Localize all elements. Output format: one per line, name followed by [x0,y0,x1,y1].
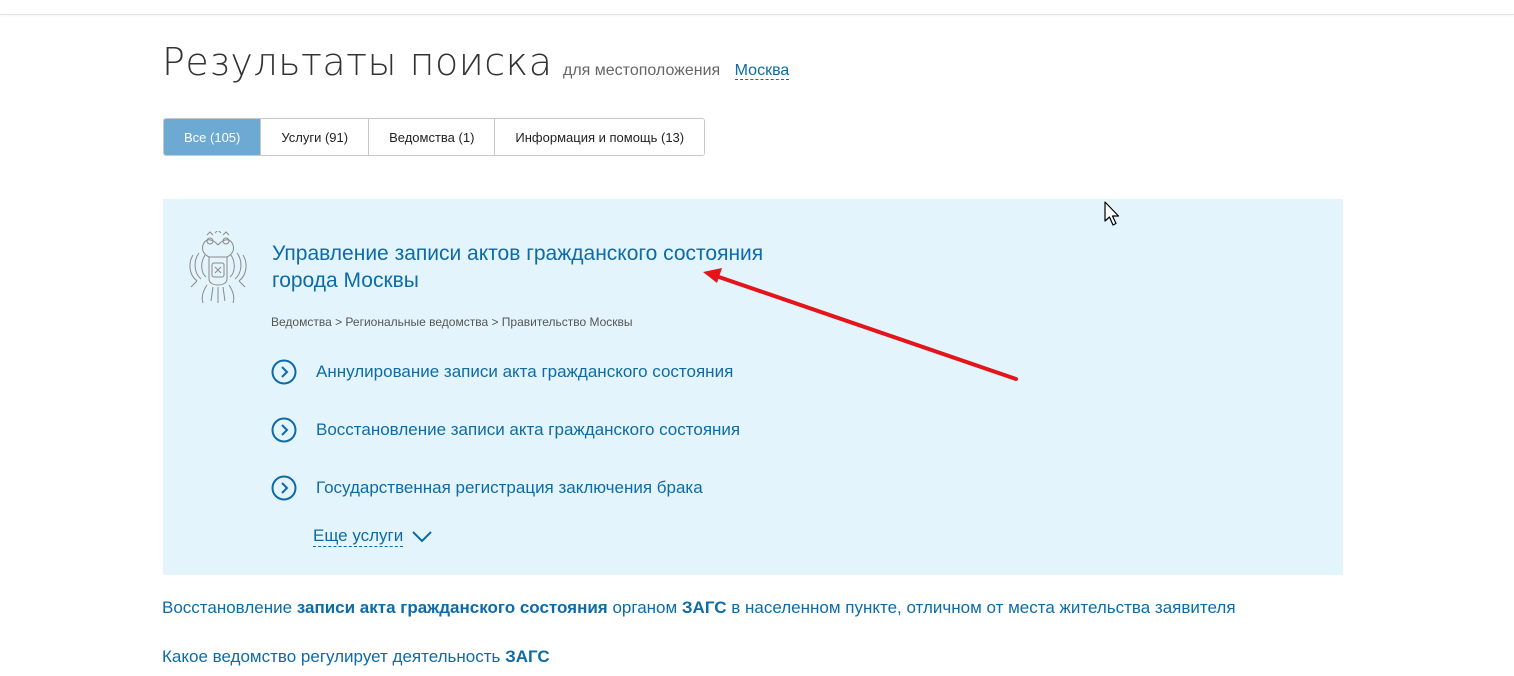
chevron-circle-icon [271,417,297,443]
search-tabs: Все (105) Услуги (91) Ведомства (1) Инфо… [163,118,706,156]
service-item[interactable]: Восстановление записи акта гражданского … [271,416,740,444]
service-item-label: Аннулирование записи акта гражданского с… [316,362,734,381]
more-services-label: Еще услуги [313,526,404,547]
tab-info-help[interactable]: Информация и помощь (13) [495,119,705,155]
service-item[interactable]: Государственная регистрация заключения б… [271,474,703,502]
location-link[interactable]: Москва [734,62,790,80]
service-item[interactable]: Аннулирование записи акта гражданского с… [271,358,733,386]
agency-card: Управление записи актов гражданского сос… [163,199,1343,575]
search-result-link[interactable]: Восстановление записи акта гражданского … [162,598,1236,618]
result-text: Восстановление [162,598,297,617]
result-highlight: записи акта гражданского состояния [296,598,608,617]
result-text: в населенном пункте, отличном от места ж… [726,598,1236,617]
chevron-circle-icon [271,475,297,501]
mouse-cursor-icon [1104,201,1120,226]
tab-agencies[interactable]: Ведомства (1) [369,119,496,155]
breadcrumb: Ведомства > Региональные ведомства > Пра… [271,315,633,329]
agency-title-link[interactable]: Управление записи актов гражданского сос… [272,240,792,294]
search-result-link[interactable]: Какое ведомство регулирует деятельность … [162,647,550,667]
tab-services[interactable]: Услуги (91) [261,119,370,155]
service-item-label: Восстановление записи акта гражданского … [316,420,741,439]
chevron-circle-icon [271,359,297,385]
location-prefix: для местоположения [562,62,721,79]
result-text: Какое ведомство регулирует деятельность [162,647,506,666]
result-text: органом [607,598,682,617]
result-highlight: ЗАГС [505,647,550,666]
top-bar-divider [0,0,1514,15]
result-highlight: ЗАГС [681,598,727,617]
russian-coat-of-arms-icon [189,231,247,304]
page-title-text: Результаты поиска [162,40,553,84]
tab-all[interactable]: Все (105) [164,119,262,155]
service-item-label: Государственная регистрация заключения б… [316,478,703,497]
more-services-toggle[interactable]: Еще услуги [313,526,433,547]
chevron-down-icon [412,530,432,542]
page-title: Результаты поиска для местоположения Мос… [162,40,790,84]
